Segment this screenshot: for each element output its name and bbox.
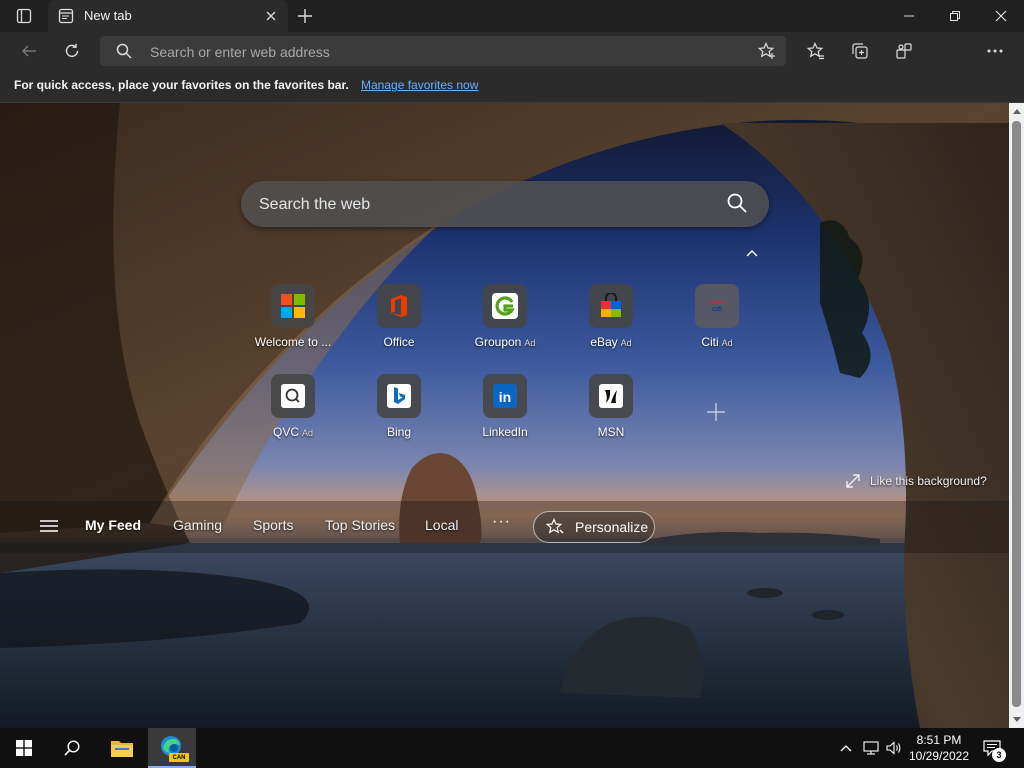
quick-link-label: eBay [590,335,618,349]
back-button[interactable] [14,36,44,66]
new-tab-page: Welcome to ... Office GrouponAd eBayAd c… [0,103,1009,728]
citi-icon: citi [695,284,739,328]
show-hidden-icons-button[interactable] [836,738,856,758]
quick-link-label: Bing [386,425,412,439]
msn-icon [589,374,633,418]
minimize-button[interactable] [886,0,932,32]
search-icon[interactable] [727,193,749,215]
folder-icon [111,741,133,757]
volume-icon[interactable] [884,738,904,758]
start-button[interactable] [0,728,48,768]
menu-icon[interactable] [40,519,62,535]
scrollbar-thumb[interactable] [1012,121,1021,707]
title-bar: New tab [0,0,1024,32]
clock-date: 10/29/2022 [908,749,970,763]
close-tab-icon[interactable] [262,7,280,25]
feed-tab-my-feed[interactable]: My Feed [85,517,141,533]
web-search-box[interactable] [241,181,769,229]
ad-badge: Ad [721,338,733,348]
feed-tab-top-stories[interactable]: Top Stories [325,517,395,533]
quick-link-welcome[interactable]: Welcome to ... [248,284,338,364]
svg-text:in: in [499,389,511,405]
manage-favorites-link[interactable]: Manage favorites now [361,78,478,92]
quick-link-label: LinkedIn [482,425,528,439]
more-feeds-button[interactable]: ··· [492,513,511,531]
ad-badge: Ad [620,338,632,348]
new-tab-button[interactable] [293,4,317,28]
quick-link-label: Citi [701,335,719,349]
tab-actions-icon[interactable] [8,0,40,32]
settings-more-button[interactable] [980,36,1010,66]
feed-tab-sports[interactable]: Sports [253,517,293,533]
personalize-button[interactable]: Personalize [533,511,655,543]
expand-icon [846,474,860,488]
tab-title: New tab [84,8,132,23]
new-tab-page-icon [58,8,74,24]
qvc-icon [271,374,315,418]
quick-link-office[interactable]: Office [354,284,444,364]
taskbar-search-button[interactable] [48,728,96,768]
scroll-up-icon[interactable] [1012,107,1021,116]
svg-text:citi: citi [712,306,722,312]
close-window-button[interactable] [978,0,1024,32]
notification-count-badge: 3 [992,748,1006,762]
edge-canary-button[interactable]: CAN [148,728,196,768]
address-input[interactable] [148,36,732,68]
web-search-input[interactable] [257,181,711,229]
scroll-down-icon[interactable] [1012,715,1021,724]
canary-badge: CAN [169,753,189,762]
like-background-link[interactable]: Like this background? [846,474,987,488]
quick-link-label: Office [383,335,415,349]
clock-time: 8:51 PM [916,733,962,747]
like-background-label: Like this background? [870,474,987,488]
ad-badge: Ad [302,428,314,438]
ebay-icon [589,284,633,328]
quick-link-citi[interactable]: citi Citi Ad [672,284,762,364]
groupon-icon [483,284,527,328]
restore-button[interactable] [932,0,978,32]
feed-bar: My Feed Gaming Sports Top Stories Local … [0,501,1009,553]
quick-link-label: Welcome to ... [254,335,332,349]
page-scrollbar[interactable] [1009,103,1024,728]
quick-link-label: Groupon [474,335,522,349]
collapse-quick-links-icon[interactable] [744,245,760,261]
ad-badge: Ad [524,338,536,348]
office-icon [377,284,421,328]
quick-link-label: MSN [597,425,625,439]
file-explorer-button[interactable] [98,728,146,768]
quick-link-linkedin[interactable]: in LinkedIn [460,374,550,454]
bing-icon [377,374,421,418]
taskbar: CAN 8:51 PM 10/29/2022 [0,728,1024,768]
extensions-button[interactable] [889,36,919,66]
browser-tab[interactable]: New tab [48,0,288,32]
feed-tab-local[interactable]: Local [425,517,458,533]
add-quick-link-button[interactable] [703,399,729,425]
refresh-button[interactable] [57,36,87,66]
address-bar[interactable] [100,36,786,68]
favorites-bar-message: For quick access, place your favorites o… [14,78,349,92]
favorites-bar: For quick access, place your favorites o… [0,70,1024,103]
windows-icon [16,740,32,756]
quick-link-groupon[interactable]: Groupon Ad [460,284,550,364]
quick-link-msn[interactable]: MSN [566,374,656,454]
quick-link-label: QVC [272,425,299,439]
quick-link-bing[interactable]: Bing [354,374,444,454]
collections-button[interactable] [845,36,875,66]
feed-tab-gaming[interactable]: Gaming [173,517,222,533]
add-favorite-icon[interactable] [756,40,778,62]
quick-link-qvc[interactable]: QVC Ad [248,374,338,454]
browser-toolbar [0,32,1024,96]
search-icon [116,43,132,59]
linkedin-icon: in [483,374,527,418]
network-icon[interactable] [861,738,881,758]
search-icon [64,740,80,756]
personalize-icon [546,518,564,536]
favorites-button[interactable] [801,36,831,66]
system-clock[interactable]: 8:51 PM 10/29/2022 [906,732,972,764]
quick-link-ebay[interactable]: eBay Ad [566,284,656,364]
microsoft-icon [271,284,315,328]
personalize-label: Personalize [575,519,649,535]
